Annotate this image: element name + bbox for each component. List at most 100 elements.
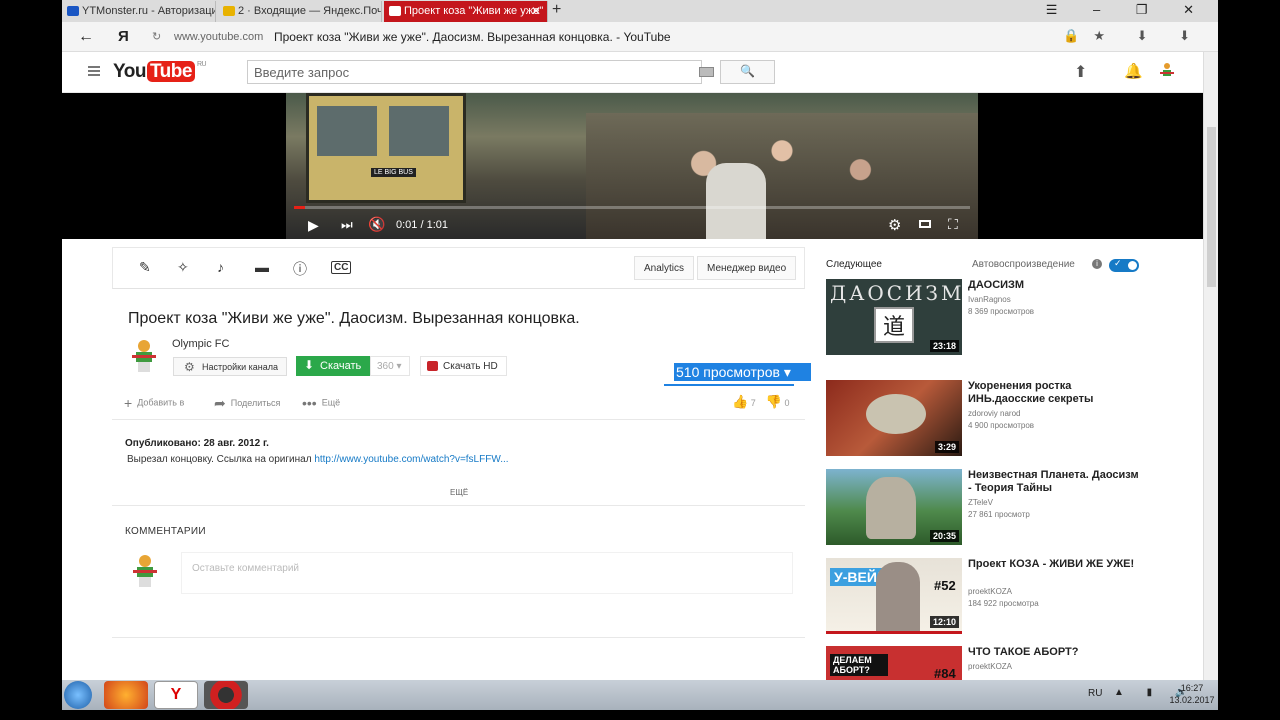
recommended-channel[interactable]: IvanRagnos <box>968 295 1011 304</box>
duration-badge: 3:29 <box>934 441 959 453</box>
keyboard-icon[interactable] <box>699 67 714 77</box>
reload-icon[interactable]: ↻ <box>152 30 161 43</box>
hd-icon <box>427 361 438 371</box>
download-arrow-icon: ⬇ <box>304 358 315 372</box>
recommended-channel[interactable]: proektKOZA <box>968 587 1012 596</box>
video-player[interactable]: LE BIG BUS ▶ ⏭ 🔇 0:01 / 1:01 ⚙ ⛶ <box>62 93 1203 239</box>
info-icon[interactable]: ⓘ <box>293 259 307 279</box>
download-button[interactable]: ⬇ Скачать <box>296 356 372 376</box>
window-controls[interactable]: ☰ – ❐ ✕ <box>1046 2 1210 18</box>
start-button[interactable] <box>64 681 92 709</box>
theater-mode-icon[interactable] <box>919 220 931 228</box>
annotations-icon[interactable]: ▬ <box>255 259 269 275</box>
video-manager-button[interactable]: Менеджер видео <box>697 256 797 280</box>
youtube-logo[interactable]: You Tube RU <box>113 61 207 83</box>
autoplay-toggle[interactable]: ✓ <box>1109 258 1139 272</box>
back-icon[interactable]: ← <box>78 28 94 46</box>
close-tab-icon[interactable]: ✕ <box>531 4 541 18</box>
download-hd-label: Скачать HD <box>443 361 498 372</box>
comment-input[interactable]: Оставьте комментарий <box>181 552 793 594</box>
new-tab-button[interactable]: + <box>552 1 561 19</box>
upload-icon[interactable]: ⬆ <box>1074 62 1087 82</box>
recommended-title[interactable]: Проект КОЗА - ЖИВИ ЖЕ УЖЕ! <box>968 558 1143 571</box>
dislike-icon[interactable]: 👎 <box>766 394 782 409</box>
bus-sign: LE BIG BUS <box>371 168 416 177</box>
play-icon[interactable]: ▶ <box>308 217 319 234</box>
analytics-button[interactable]: Analytics <box>634 256 695 280</box>
recommended-video[interactable]: ДАОСИЗМ 道 23:18 ДАОСИЗМ IvanRagnos 8 369… <box>826 279 1156 359</box>
firefox-taskbar-icon[interactable] <box>104 681 148 709</box>
url-domain[interactable]: www.youtube.com <box>174 31 263 43</box>
more-label: Ещё <box>321 397 341 408</box>
tab-ytmonster[interactable]: YTMonster.ru - Авторизация <box>62 1 216 22</box>
info-icon[interactable]: i <box>1092 259 1102 269</box>
tab-yandex-mail[interactable]: 2 · Входящие — Яндекс.Почта <box>218 1 382 22</box>
show-more-button[interactable]: ЕЩЁ <box>450 488 468 497</box>
recommended-title[interactable]: Неизвестная Планета. Даосизм - Теория Та… <box>968 469 1143 495</box>
duration-badge: 20:35 <box>929 530 959 542</box>
bus-image: LE BIG BUS <box>306 93 466 203</box>
tab-youtube-active[interactable]: Проект коза "Живи же уже" ✕ <box>384 1 548 22</box>
user-avatar-icon[interactable] <box>1158 61 1176 81</box>
next-icon[interactable]: ⏭ <box>341 217 353 233</box>
edit-icon[interactable]: ✎ <box>139 259 151 276</box>
recommended-title[interactable]: ДАОСИЗМ <box>968 279 1143 292</box>
settings-icon[interactable]: ⚙ <box>888 216 901 234</box>
language-indicator[interactable]: RU <box>1088 688 1102 699</box>
search-input[interactable]: Введите запрос <box>247 60 702 84</box>
time-display: 0:01 / 1:01 <box>396 219 448 231</box>
menu-icon[interactable] <box>88 66 100 76</box>
clock[interactable]: 16:27 13.02.2017 <box>1162 682 1222 706</box>
video-thumbnail[interactable]: У-ВЕЙ! #52 12:10 <box>826 558 962 634</box>
share-button[interactable]: ➦ Поделиться <box>214 395 280 412</box>
recommended-title[interactable]: Укоренения ростка ИНЬ.даосские секреты <box>968 380 1143 406</box>
more-button[interactable]: ••• Ещё <box>302 395 340 411</box>
channel-name[interactable]: Olympic FC <box>172 338 229 350</box>
tab-label: YTMonster.ru - Авторизация <box>82 5 216 17</box>
recommended-views: 8 369 просмотров <box>968 307 1035 316</box>
search-button[interactable]: 🔍 <box>720 60 775 84</box>
view-count[interactable]: 510 просмотров ▾ <box>674 363 811 381</box>
yandex-browser-taskbar-icon[interactable]: Y <box>154 681 198 709</box>
recommended-channel[interactable]: proektKOZA <box>968 662 1012 671</box>
recorder-taskbar-icon[interactable] <box>204 681 248 709</box>
channel-settings-button[interactable]: ⚙ Настройки канала <box>173 357 288 376</box>
video-thumbnail[interactable]: ДЕЛАЕМ АБОРТ? #84 <box>826 646 962 680</box>
scrollbar-thumb[interactable] <box>1207 127 1216 287</box>
progress-bar[interactable] <box>294 206 970 209</box>
duration-badge: 12:10 <box>929 616 959 628</box>
fullscreen-icon[interactable]: ⛶ <box>948 216 958 233</box>
enhance-icon[interactable]: ✧ <box>177 259 189 276</box>
yandex-logo-icon[interactable]: Я <box>118 28 129 45</box>
recommended-video[interactable]: У-ВЕЙ! #52 12:10 Проект КОЗА - ЖИВИ ЖЕ У… <box>826 558 1156 638</box>
recommended-views: 184 922 просмотра <box>968 599 1039 608</box>
recommended-video[interactable]: 20:35 Неизвестная Планета. Даосизм - Тео… <box>826 469 1156 549</box>
subtitles-icon[interactable]: CC <box>331 261 352 274</box>
recommended-title[interactable]: ЧТО ТАКОЕ АБОРТ? <box>968 646 1143 659</box>
mute-icon[interactable]: 🔇 <box>368 216 385 233</box>
logo-you: You <box>113 61 146 82</box>
browser-right-icons[interactable]: 🔒★ ⬇ ⬇ <box>1063 28 1204 44</box>
page-scrollbar[interactable] <box>1203 52 1218 680</box>
recommended-video[interactable]: ДЕЛАЕМ АБОРТ? #84 ЧТО ТАКОЕ АБОРТ? proek… <box>826 646 1156 680</box>
audio-icon[interactable]: ♪ <box>217 259 224 275</box>
add-to-button[interactable]: + Добавить в <box>124 395 184 411</box>
video-thumbnail[interactable]: 3:29 <box>826 380 962 456</box>
channel-avatar[interactable] <box>126 336 162 376</box>
up-next-label: Следующее <box>826 259 882 270</box>
video-thumbnail[interactable]: ДАОСИЗМ 道 23:18 <box>826 279 962 355</box>
video-thumbnail[interactable]: 20:35 <box>826 469 962 545</box>
recommended-video[interactable]: 3:29 Укоренения ростка ИНЬ.даосские секр… <box>826 380 1156 460</box>
description-link[interactable]: http://www.youtube.com/watch?v=fsLFFW... <box>314 454 508 465</box>
like-icon[interactable]: 👍 <box>732 394 748 409</box>
recommended-channel[interactable]: ZTeleV <box>968 498 993 507</box>
download-label: Скачать <box>320 360 362 372</box>
url-page-title[interactable]: Проект коза "Живи же уже". Даосизм. Выре… <box>274 30 671 44</box>
share-icon: ➦ <box>214 395 226 411</box>
download-count[interactable]: 360 ▾ <box>370 356 410 376</box>
recommended-channel[interactable]: zdoroviy narod <box>968 409 1020 418</box>
recommended-views: 27 861 просмотр <box>968 510 1030 519</box>
download-hd-button[interactable]: Скачать HD <box>420 356 507 376</box>
mail-favicon-icon <box>223 6 235 16</box>
notifications-icon[interactable]: 🔔 <box>1124 62 1143 80</box>
